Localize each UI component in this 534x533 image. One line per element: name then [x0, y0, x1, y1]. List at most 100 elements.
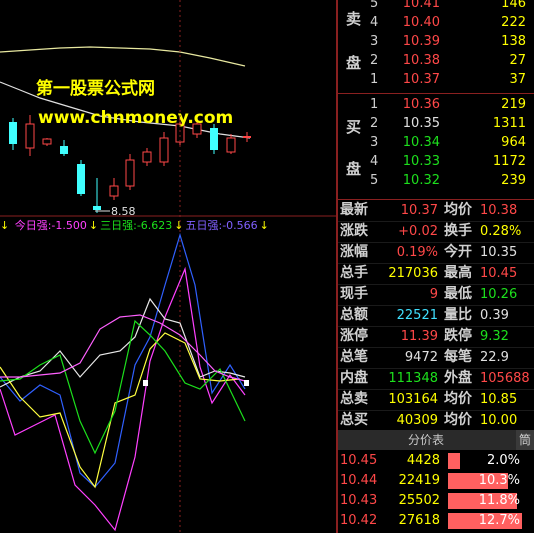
stat-label: 最高 [444, 265, 472, 281]
order-price: 10.38 [402, 53, 440, 68]
stat-label: 量比 [444, 307, 472, 323]
quote-panel: 卖 盘 5 10.41 146 4 10.40 222 3 10.39 138 2 10.38 27 1… [338, 0, 534, 533]
price-volume: 4428 [406, 453, 440, 468]
order-row[interactable]: 3 10.34 964 [368, 133, 534, 153]
order-price: 10.40 [402, 15, 440, 30]
order-volume: 1311 [492, 116, 526, 131]
stat-row: 总买 40309 均价 10.00 [338, 410, 534, 432]
order-price: 10.41 [402, 0, 440, 11]
stat-row: 内盘 111348 外盘 105688 [338, 368, 534, 390]
buy-side-label: 买 盘 [346, 118, 362, 178]
order-level: 4 [370, 154, 379, 169]
chart-area[interactable]: 8.58 第一股票公式网 www.chnmoney.com ↓ 今日强:-1.5… [0, 0, 336, 533]
price-level: 10.43 [340, 493, 378, 508]
order-price: 10.39 [402, 34, 440, 49]
price-share-pct: 12.7% [478, 513, 520, 528]
order-level: 4 [370, 15, 379, 30]
stat-label: 每笔 [444, 349, 472, 365]
order-row[interactable]: 1 10.36 219 [368, 95, 534, 115]
stat-label: 涨停 [340, 328, 368, 344]
series-yellow [0, 332, 241, 489]
stat-value: 10.45 [480, 266, 518, 281]
order-price: 10.35 [402, 116, 440, 131]
stat-row: 现手 9 最低 10.26 [338, 284, 534, 306]
stat-value: 9.32 [480, 329, 509, 344]
stat-value: 10.38 [480, 203, 518, 218]
order-volume: 222 [501, 15, 526, 30]
order-price: 10.33 [402, 154, 440, 169]
order-row[interactable]: 5 10.41 146 [368, 0, 534, 14]
stat-value: 22521 [396, 308, 438, 323]
sell-side-label: 卖 盘 [346, 10, 362, 72]
stat-value: 10.35 [480, 245, 518, 260]
stat-row: 最新 10.37 均价 10.38 [338, 200, 534, 222]
stat-row: 涨幅 0.19% 今开 10.35 [338, 242, 534, 264]
order-row[interactable]: 2 10.38 27 [368, 51, 534, 71]
price-share-bar: 11.8% [448, 493, 522, 509]
stat-label: 总额 [340, 307, 368, 323]
stat-label: 总买 [340, 412, 368, 428]
order-level: 5 [370, 0, 379, 11]
stat-label: 最新 [340, 202, 368, 218]
stat-label: 现手 [340, 286, 368, 302]
stat-row: 涨停 11.39 跌停 9.32 [338, 326, 534, 348]
stat-value: 11.39 [400, 329, 438, 344]
stat-value: 10.37 [400, 203, 438, 218]
order-row[interactable]: 1 10.37 37 [368, 70, 534, 90]
price-volume: 22419 [398, 473, 440, 488]
stat-value: 217036 [388, 266, 438, 281]
order-price: 10.32 [402, 173, 440, 188]
order-volume: 27 [509, 53, 526, 68]
order-level: 1 [370, 97, 379, 112]
price-table-row[interactable]: 10.44 22419 10.3% [338, 471, 534, 491]
stat-row: 总笔 9472 每笔 22.9 [338, 347, 534, 369]
order-row[interactable]: 4 10.33 1172 [368, 152, 534, 172]
stat-row: 总手 217036 最高 10.45 [338, 263, 534, 285]
stat-value: 111348 [388, 371, 438, 386]
marker-2 [244, 380, 249, 386]
order-volume: 37 [509, 72, 526, 87]
stat-label: 均价 [444, 391, 472, 407]
order-volume: 964 [501, 135, 526, 150]
price-table-tab[interactable]: 筒 [516, 430, 534, 450]
stat-value: 9 [429, 287, 438, 302]
stat-value: 10.85 [480, 392, 518, 407]
stat-label: 涨跌 [340, 223, 368, 239]
order-price: 10.34 [402, 135, 440, 150]
price-table-title[interactable]: 分价表 [338, 430, 514, 450]
price-table-row[interactable]: 10.45 4428 2.0% [338, 451, 534, 471]
order-level: 3 [370, 34, 379, 49]
price-level: 10.42 [340, 513, 378, 528]
price-table-row[interactable]: 10.43 25502 11.8% [338, 491, 534, 511]
stat-label: 今开 [444, 244, 472, 260]
stat-value: 105688 [480, 371, 530, 386]
price-share-pct: 2.0% [486, 453, 520, 468]
stat-value: +0.02 [398, 224, 438, 239]
price-share-bar: 12.7% [448, 513, 522, 529]
price-share-bar: 2.0% [448, 453, 522, 469]
price-table-row[interactable]: 10.42 27618 12.7% [338, 511, 534, 531]
order-price: 10.36 [402, 97, 440, 112]
price-table-header[interactable]: 分价表 筒 [338, 430, 534, 450]
stat-row: 总卖 103164 均价 10.85 [338, 389, 534, 411]
stat-label: 总卖 [340, 391, 368, 407]
stat-row: 涨跌 +0.02 换手 0.28% [338, 221, 534, 243]
order-row[interactable]: 3 10.39 138 [368, 32, 534, 52]
stat-label: 均价 [444, 412, 472, 428]
stat-label: 内盘 [340, 370, 368, 386]
stat-label: 换手 [444, 223, 472, 239]
order-level: 1 [370, 72, 379, 87]
oscillator-chart[interactable] [0, 225, 336, 533]
order-row[interactable]: 4 10.40 222 [368, 13, 534, 33]
order-volume: 1172 [492, 154, 526, 169]
order-volume: 146 [501, 0, 526, 11]
price-level: 10.44 [340, 473, 378, 488]
order-volume: 239 [501, 173, 526, 188]
order-row[interactable]: 2 10.35 1311 [368, 114, 534, 134]
order-volume: 138 [501, 34, 526, 49]
stat-label: 总笔 [340, 349, 368, 365]
order-level: 5 [370, 173, 379, 188]
price-share-pct: 10.3% [478, 473, 520, 488]
order-row[interactable]: 5 10.32 239 [368, 171, 534, 191]
stat-value: 0.19% [396, 245, 438, 260]
